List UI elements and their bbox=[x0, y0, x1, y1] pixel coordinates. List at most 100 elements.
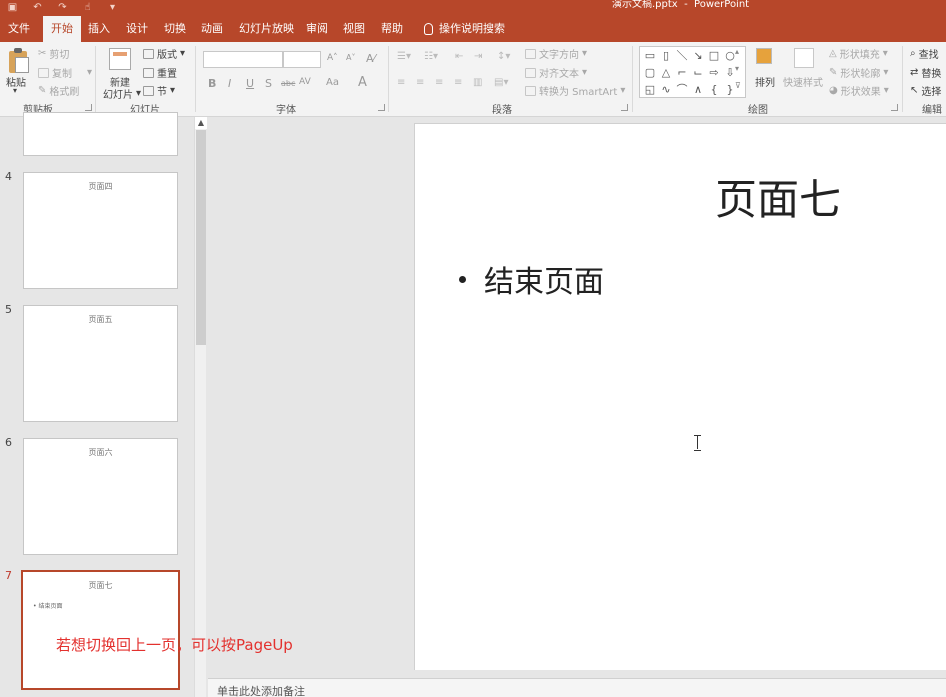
font-launcher-icon[interactable] bbox=[378, 104, 385, 111]
scrollbar-thumb[interactable] bbox=[196, 130, 206, 345]
text-direction-button[interactable]: 文字方向 ▾ bbox=[525, 46, 587, 61]
columns-icon[interactable]: ▥ bbox=[473, 77, 482, 88]
slide-thumbnail-3[interactable] bbox=[23, 112, 178, 156]
paragraph-launcher-icon[interactable] bbox=[621, 104, 628, 111]
thumbnails-scrollbar[interactable]: ▲ bbox=[194, 117, 207, 697]
align-right-icon[interactable]: ≡ bbox=[435, 77, 443, 88]
clipboard-launcher-icon[interactable] bbox=[85, 104, 92, 111]
new-slide-icon[interactable] bbox=[109, 48, 131, 70]
line-shape-icon[interactable]: ＼ bbox=[674, 47, 690, 64]
line-spacing-icon[interactable]: ↕▾ bbox=[497, 51, 510, 62]
slide-thumbnail-6[interactable]: 页面六 bbox=[23, 438, 178, 555]
font-name-combo[interactable] bbox=[203, 51, 283, 68]
touch-mode-icon[interactable]: ☝ bbox=[75, 1, 100, 15]
tell-me-label: 操作说明搜索 bbox=[439, 22, 505, 35]
replace-button[interactable]: ⇄ 替换 bbox=[910, 65, 941, 80]
undo-icon[interactable]: ↶ bbox=[25, 1, 50, 15]
align-text-button[interactable]: 对齐文本 ▾ bbox=[525, 65, 587, 80]
shapes-gallery[interactable]: ▭ ▯ ＼ ↘ □ ○ ▢ △ ⌐ ⌙ ⇨ ⇩ ◱ ∿ ⌒ ∧ { } bbox=[639, 46, 746, 98]
gallery-down-icon[interactable]: ▾ bbox=[735, 64, 739, 73]
layout-button[interactable]: 版式 ▾ bbox=[143, 46, 185, 61]
scroll-up-icon[interactable]: ▲ bbox=[195, 117, 207, 129]
gallery-up-icon[interactable]: ▴ bbox=[735, 47, 739, 56]
scribble-shape-icon[interactable]: ∧ bbox=[690, 81, 706, 98]
font-color-button[interactable]: A bbox=[358, 75, 367, 90]
paste-icon[interactable] bbox=[6, 46, 32, 74]
tab-view[interactable]: 视图 bbox=[343, 16, 365, 42]
current-slide[interactable]: 页面七 结束页面 bbox=[414, 123, 946, 670]
underline-button[interactable]: U bbox=[246, 77, 254, 90]
tell-me-search[interactable]: 操作说明搜索 bbox=[424, 16, 505, 42]
tab-animations[interactable]: 动画 bbox=[201, 16, 223, 42]
clear-format-icon[interactable]: A⁄ bbox=[366, 52, 375, 65]
slide-thumbnail-7[interactable]: 页面七 • 结束页面 bbox=[21, 570, 180, 690]
left-brace-shape-icon[interactable]: { bbox=[706, 81, 722, 98]
arrange-button[interactable]: 排列 bbox=[755, 74, 775, 89]
decrease-indent-icon[interactable]: ⇤ bbox=[455, 51, 463, 62]
copy-button[interactable]: 复制 ▾ bbox=[38, 65, 92, 80]
bold-button[interactable]: B bbox=[208, 77, 216, 90]
select-button[interactable]: ↖ 选择 bbox=[910, 83, 941, 98]
section-button[interactable]: 节 ▾ bbox=[143, 83, 175, 98]
font-size-combo[interactable] bbox=[283, 51, 321, 68]
gallery-more-icon[interactable]: ⊽ bbox=[735, 81, 741, 90]
reset-button[interactable]: 重置 bbox=[143, 65, 177, 80]
shape-fill-button[interactable]: ◬ 形状填充 ▾ bbox=[829, 46, 888, 61]
paste-dropdown-icon[interactable]: ▾ bbox=[13, 86, 17, 95]
tab-file[interactable]: 文件 bbox=[8, 16, 30, 42]
arrow-line-shape-icon[interactable]: ↘ bbox=[690, 47, 706, 64]
slide-thumbnail-4[interactable]: 页面四 bbox=[23, 172, 178, 289]
notes-pane[interactable]: 单击此处添加备注 bbox=[208, 678, 946, 697]
tab-review[interactable]: 审阅 bbox=[306, 16, 328, 42]
cut-button[interactable]: ✂ 剪切 bbox=[38, 46, 69, 61]
tab-slideshow[interactable]: 幻灯片放映 bbox=[239, 16, 294, 42]
tab-help[interactable]: 帮助 bbox=[381, 16, 403, 42]
align-center-icon[interactable]: ≡ bbox=[416, 77, 424, 88]
thumbnail-title: 页面五 bbox=[88, 315, 113, 324]
justify-icon[interactable]: ≡ bbox=[454, 77, 462, 88]
decrease-font-icon[interactable]: A˅ bbox=[346, 53, 355, 62]
pointer-icon: ↖ bbox=[910, 85, 919, 96]
tab-home[interactable]: 开始 bbox=[43, 16, 81, 42]
curve-shape-icon[interactable]: ⌒ bbox=[674, 81, 690, 98]
char-spacing-button[interactable]: AV bbox=[299, 77, 311, 87]
bullets-icon[interactable]: ☰▾ bbox=[397, 51, 411, 62]
vertical-textbox-shape-icon[interactable]: ▯ bbox=[658, 47, 674, 64]
slide-title[interactable]: 页面七 bbox=[715, 166, 841, 227]
replace-label: 替换 bbox=[921, 69, 942, 80]
rounded-rect-shape-icon[interactable]: ▢ bbox=[642, 64, 658, 81]
textbox-shape-icon[interactable]: ▭ bbox=[642, 47, 658, 64]
columns-dropdown-icon[interactable]: ▤▾ bbox=[494, 77, 508, 88]
italic-button[interactable]: I bbox=[228, 77, 231, 90]
slide-body[interactable]: 结束页面 bbox=[459, 257, 604, 301]
tab-insert[interactable]: 插入 bbox=[88, 16, 110, 42]
triangle-shape-icon[interactable]: △ bbox=[658, 64, 674, 81]
numbering-icon[interactable]: ☷▾ bbox=[424, 51, 438, 62]
find-button[interactable]: ⌕ 查找 bbox=[910, 46, 939, 61]
shadow-button[interactable]: S bbox=[265, 77, 272, 90]
strikethrough-button[interactable]: abc bbox=[281, 79, 295, 88]
save-icon[interactable]: ▣ bbox=[0, 1, 25, 15]
change-case-button[interactable]: Aa bbox=[326, 77, 339, 88]
customize-qat-icon[interactable]: ▾ bbox=[100, 1, 125, 15]
increase-font-icon[interactable]: A˄ bbox=[327, 53, 338, 63]
tab-design[interactable]: 设计 bbox=[126, 16, 148, 42]
callout-shape-icon[interactable]: ◱ bbox=[642, 81, 658, 98]
shape-effects-button[interactable]: ◕ 形状效果 ▾ bbox=[829, 83, 889, 98]
align-left-icon[interactable]: ≡ bbox=[397, 77, 405, 88]
elbow-shape-icon[interactable]: ⌐ bbox=[674, 64, 690, 81]
freeform-shape-icon[interactable]: ∿ bbox=[658, 81, 674, 98]
increase-indent-icon[interactable]: ⇥ bbox=[474, 51, 482, 62]
redo-icon[interactable]: ↷ bbox=[50, 1, 75, 15]
smartart-button[interactable]: 转换为 SmartArt ▾ bbox=[525, 83, 625, 98]
shape-outline-button[interactable]: ✎ 形状轮廓 ▾ bbox=[829, 65, 888, 80]
new-slide-button[interactable]: 幻灯片 ▾ bbox=[103, 86, 141, 101]
format-painter-button[interactable]: ✎ 格式刷 bbox=[38, 83, 79, 98]
elbow-arrow-shape-icon[interactable]: ⌙ bbox=[690, 64, 706, 81]
tab-transitions[interactable]: 切换 bbox=[164, 16, 186, 42]
drawing-launcher-icon[interactable] bbox=[891, 104, 898, 111]
quick-styles-button[interactable]: 快速样式 bbox=[783, 74, 823, 89]
slide-thumbnail-5[interactable]: 页面五 bbox=[23, 305, 178, 422]
rectangle-shape-icon[interactable]: □ bbox=[706, 47, 722, 64]
right-arrow-shape-icon[interactable]: ⇨ bbox=[706, 64, 722, 81]
